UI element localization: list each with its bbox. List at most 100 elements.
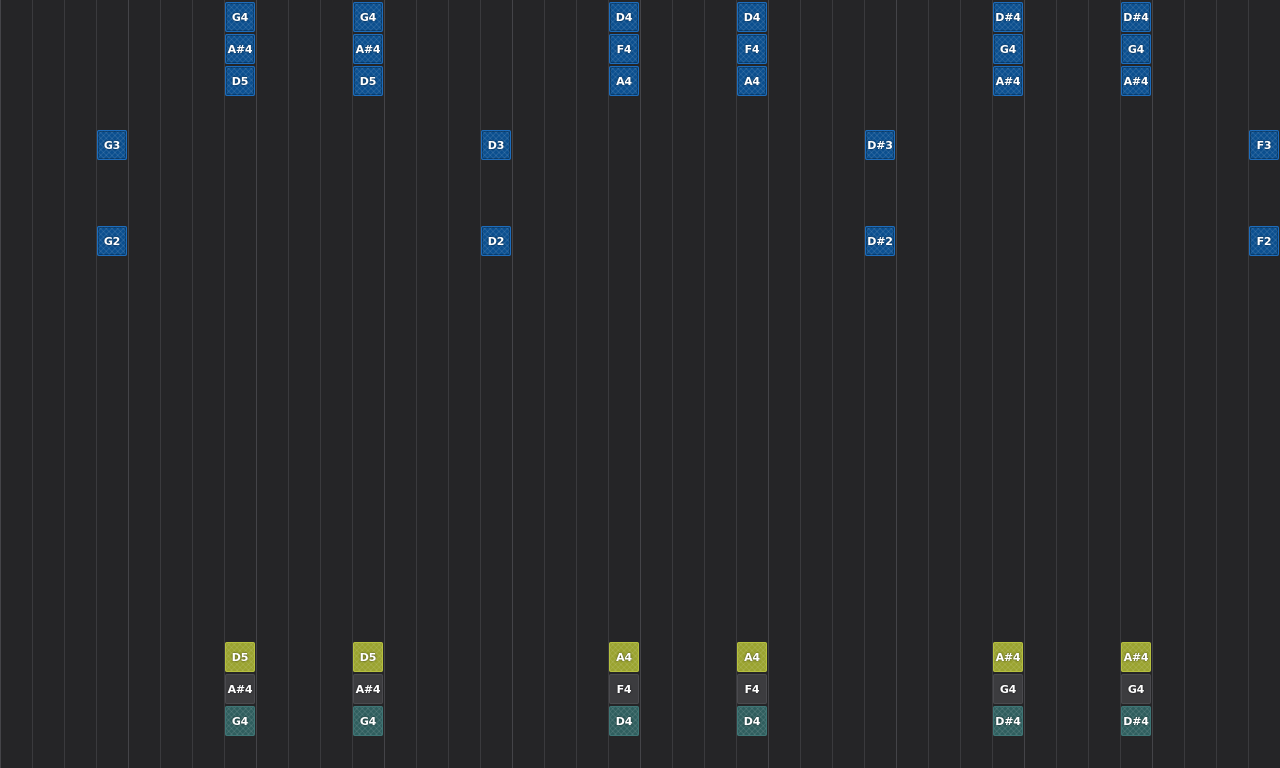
grid-column-line <box>1248 0 1249 768</box>
note-block[interactable]: D#4 <box>993 2 1023 32</box>
note-label: F3 <box>1256 138 1272 152</box>
note-label: D4 <box>615 714 633 728</box>
grid-column-line <box>384 0 385 768</box>
note-label: G3 <box>103 138 121 152</box>
grid-column-line <box>832 0 833 768</box>
note-block[interactable]: A#4 <box>353 34 383 64</box>
note-label: D3 <box>487 138 505 152</box>
note-label: G2 <box>103 234 121 248</box>
note-block[interactable]: G4 <box>225 2 255 32</box>
note-label: D#4 <box>1123 714 1149 728</box>
note-label: D#3 <box>867 138 893 152</box>
grid-column-line <box>480 0 481 768</box>
note-block[interactable]: D5 <box>353 642 383 672</box>
grid-column-line <box>1088 0 1089 768</box>
grid-column-line <box>256 0 257 768</box>
grid-column-line <box>32 0 33 768</box>
note-label: G4 <box>999 42 1017 56</box>
note-block[interactable]: A4 <box>609 642 639 672</box>
note-block[interactable]: F2 <box>1249 226 1279 256</box>
note-block[interactable]: F4 <box>737 34 767 64</box>
note-block[interactable]: D4 <box>737 2 767 32</box>
note-label: D2 <box>487 234 505 248</box>
grid-column-line <box>1216 0 1217 768</box>
note-block[interactable]: G4 <box>225 706 255 736</box>
grid-column-line <box>416 0 417 768</box>
grid-column-line <box>160 0 161 768</box>
note-block[interactable]: A#4 <box>1121 642 1151 672</box>
grid-column-line <box>640 0 641 768</box>
note-label: D#4 <box>995 714 1021 728</box>
note-label: A#4 <box>227 42 253 56</box>
note-block[interactable]: D2 <box>481 226 511 256</box>
note-label: A4 <box>616 650 632 664</box>
note-block[interactable]: D#4 <box>1121 706 1151 736</box>
note-block[interactable]: A4 <box>737 642 767 672</box>
note-label: D#2 <box>867 234 893 248</box>
grid-column-line <box>512 0 513 768</box>
note-block[interactable]: D4 <box>737 706 767 736</box>
note-block[interactable]: D#4 <box>993 706 1023 736</box>
grid-column-line <box>1056 0 1057 768</box>
piano-roll-grid[interactable]: G4 A#4 D5 G4 A#4 D5 D4 F4 A4 D4 F4 A4 D#… <box>0 0 1280 768</box>
note-block[interactable]: G4 <box>1121 34 1151 64</box>
grid-column-line <box>576 0 577 768</box>
note-block[interactable]: A#4 <box>225 34 255 64</box>
note-block[interactable]: A4 <box>609 66 639 96</box>
note-block[interactable]: A#4 <box>1121 66 1151 96</box>
grid-column-line <box>1152 0 1153 768</box>
note-block[interactable]: G4 <box>353 2 383 32</box>
note-label: D5 <box>231 74 249 88</box>
note-block[interactable]: F4 <box>609 674 639 704</box>
note-block[interactable]: A#4 <box>993 642 1023 672</box>
note-label: A4 <box>744 650 760 664</box>
note-label: D4 <box>615 10 633 24</box>
note-block[interactable]: D4 <box>609 706 639 736</box>
note-block[interactable]: D#4 <box>1121 2 1151 32</box>
note-label: D5 <box>359 650 377 664</box>
note-block[interactable]: G4 <box>1121 674 1151 704</box>
note-block[interactable]: G3 <box>97 130 127 160</box>
note-block[interactable]: D5 <box>353 66 383 96</box>
note-block[interactable]: D5 <box>225 66 255 96</box>
note-label: D#4 <box>1123 10 1149 24</box>
note-block[interactable]: F4 <box>737 674 767 704</box>
note-block[interactable]: A#4 <box>353 674 383 704</box>
grid-column-line <box>320 0 321 768</box>
note-label: D4 <box>743 714 761 728</box>
grid-column-line <box>960 0 961 768</box>
grid-column-line <box>1024 0 1025 768</box>
note-block[interactable]: A#4 <box>225 674 255 704</box>
note-block[interactable]: G4 <box>993 34 1023 64</box>
note-block[interactable]: F4 <box>609 34 639 64</box>
note-block[interactable]: A#4 <box>993 66 1023 96</box>
note-label: G4 <box>359 10 377 24</box>
grid-column-line <box>128 0 129 768</box>
note-block[interactable]: F3 <box>1249 130 1279 160</box>
note-block[interactable]: D5 <box>225 642 255 672</box>
note-label: F4 <box>744 42 760 56</box>
note-label: G4 <box>999 682 1017 696</box>
grid-column-line <box>704 0 705 768</box>
note-label: G4 <box>231 714 249 728</box>
grid-column-line <box>672 0 673 768</box>
grid-column-line <box>864 0 865 768</box>
note-block[interactable]: D#2 <box>865 226 895 256</box>
note-label: A#4 <box>355 42 381 56</box>
note-block[interactable]: G4 <box>993 674 1023 704</box>
note-block[interactable]: D3 <box>481 130 511 160</box>
note-label: G4 <box>231 10 249 24</box>
note-block[interactable]: G2 <box>97 226 127 256</box>
grid-column-line <box>288 0 289 768</box>
grid-column-line <box>1184 0 1185 768</box>
note-label: A#4 <box>355 682 381 696</box>
note-block[interactable]: D#3 <box>865 130 895 160</box>
note-block[interactable]: G4 <box>353 706 383 736</box>
note-label: A#4 <box>227 682 253 696</box>
note-label: F4 <box>744 682 760 696</box>
note-block[interactable]: D4 <box>609 2 639 32</box>
note-block[interactable]: A4 <box>737 66 767 96</box>
grid-column-line <box>0 0 1 768</box>
note-label: D#4 <box>995 10 1021 24</box>
note-label: A#4 <box>995 74 1021 88</box>
